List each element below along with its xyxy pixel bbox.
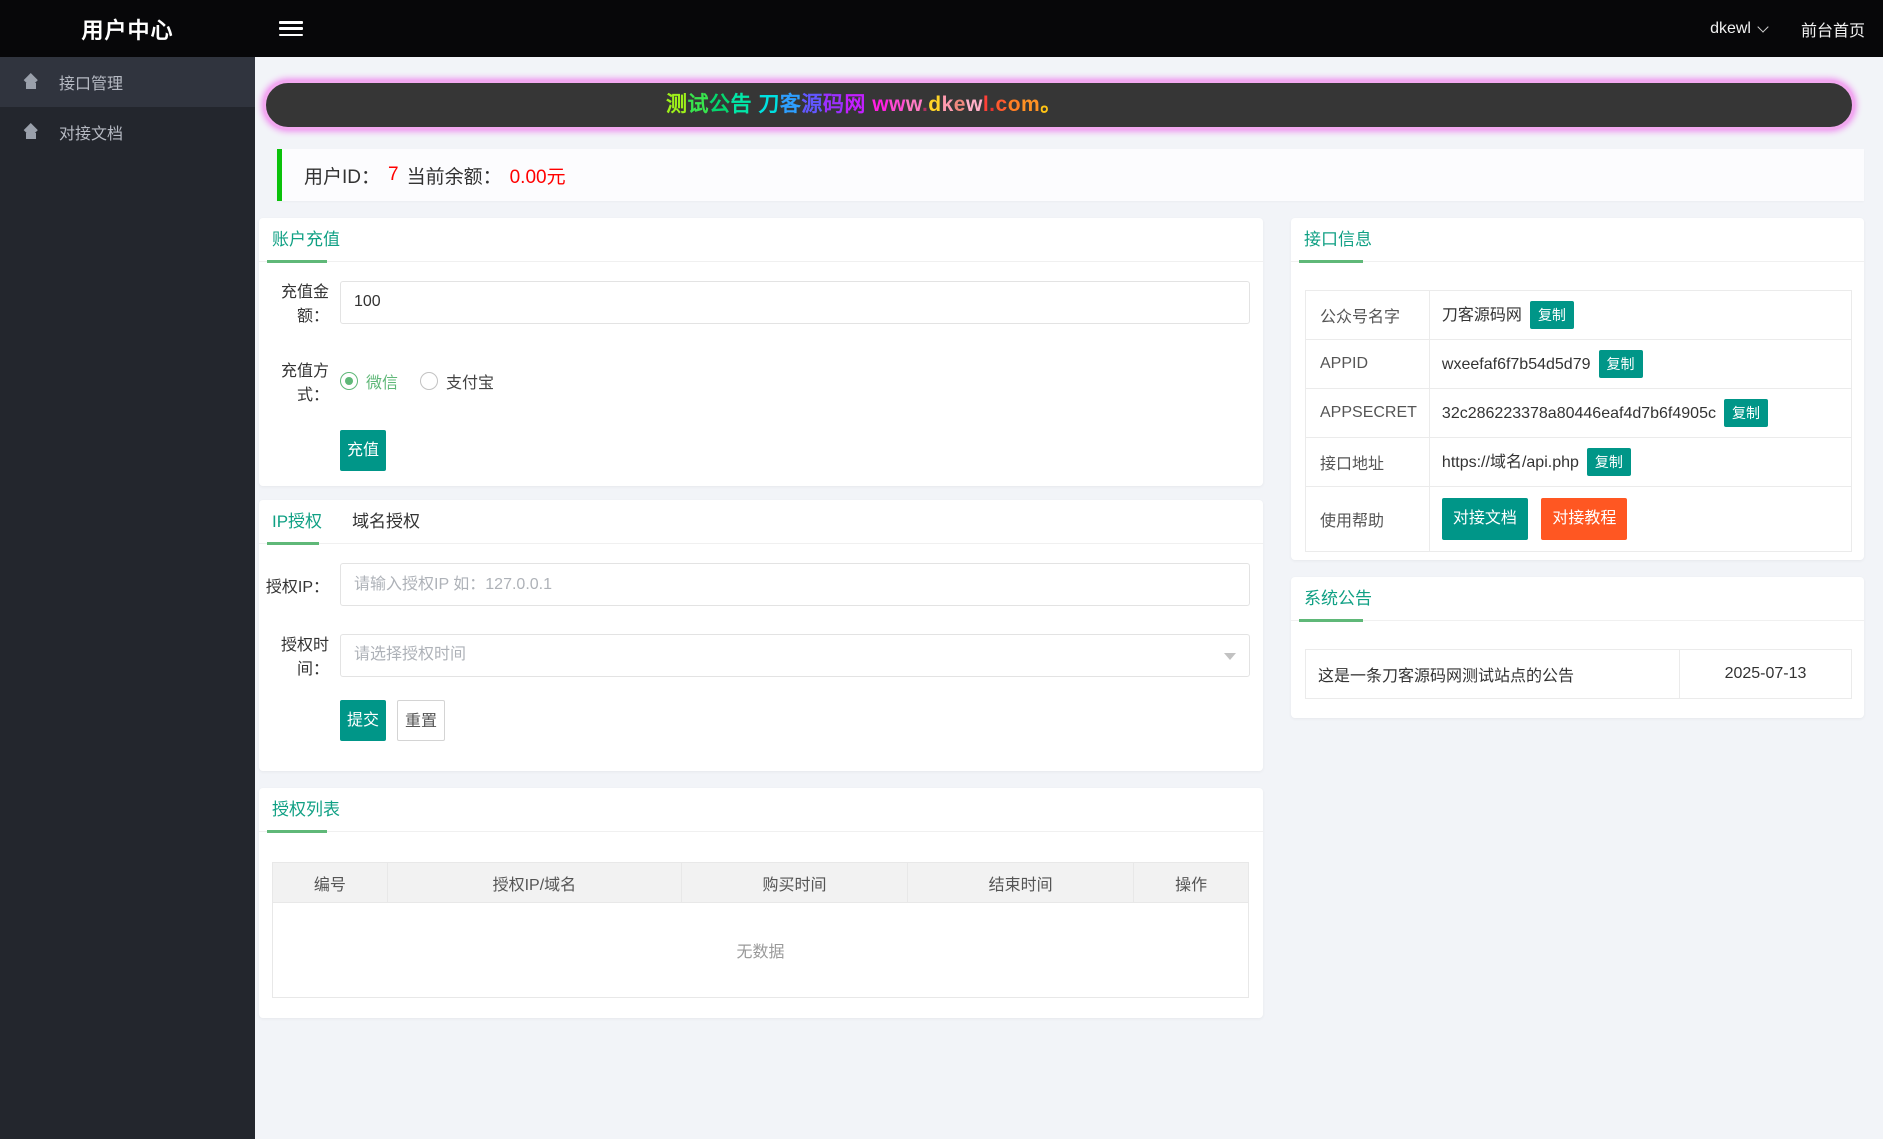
system-notice-card: 系统公告 这是一条刀客源码网测试站点的公告 2025-07-13 bbox=[1291, 577, 1864, 718]
empty-text: 无数据 bbox=[272, 902, 1249, 998]
radio-checked-icon bbox=[340, 372, 358, 390]
chevron-down-icon bbox=[1757, 20, 1769, 33]
notice-text: 这是一条刀客源码网测试站点的公告 bbox=[1305, 649, 1680, 699]
sidebar-item-api-manage[interactable]: 接口管理 bbox=[0, 57, 255, 107]
sidebar-item-label: 对接文档 bbox=[59, 126, 124, 143]
tab-domain-auth[interactable]: 域名授权 bbox=[352, 500, 420, 544]
table-row: APPID wxeefaf6f7b54d5d79 复制 bbox=[1305, 339, 1853, 389]
copy-button[interactable]: 复制 bbox=[1598, 350, 1643, 378]
notice-table: 这是一条刀客源码网测试站点的公告 2025-07-13 bbox=[1305, 649, 1852, 699]
submit-button[interactable]: 提交 bbox=[340, 700, 387, 741]
row-label: APPSECRET bbox=[1305, 388, 1430, 438]
balance-label: 当前余额： bbox=[406, 166, 502, 188]
active-underline bbox=[267, 260, 327, 263]
marquee-text: 测试公告 刀客源码网 www.dkewl.com。 bbox=[666, 93, 1062, 116]
row-label: 公众号名字 bbox=[1305, 290, 1430, 340]
auth-ip-label: 授权IP： bbox=[265, 578, 329, 596]
sidebar: 接口管理 对接文档 bbox=[0, 57, 255, 1139]
table-row: APPSECRET 32c286223378a80446eaf4d7b6f490… bbox=[1305, 388, 1853, 438]
auth-time-select[interactable] bbox=[340, 633, 1250, 677]
sidebar-item-label: 接口管理 bbox=[59, 76, 124, 93]
amount-input[interactable] bbox=[340, 280, 1250, 324]
recharge-card: 账户充值 充值金额： 充值方式： 微信 支付宝 充值 bbox=[259, 218, 1263, 486]
tutorial-button[interactable]: 对接教程 bbox=[1541, 498, 1628, 540]
copy-button[interactable]: 复制 bbox=[1723, 399, 1768, 427]
col-ip-domain: 授权IP/域名 bbox=[386, 862, 682, 903]
table-header-row: 编号 授权IP/域名 购买时间 结束时间 操作 bbox=[272, 862, 1249, 903]
auth-list-table: 编号 授权IP/域名 购买时间 结束时间 操作 无数据 bbox=[272, 862, 1249, 998]
table-row-help: 使用帮助 对接文档 对接教程 bbox=[1305, 486, 1853, 552]
hamburger-icon[interactable] bbox=[279, 21, 303, 36]
row-value: wxeefaf6f7b54d5d79 bbox=[1441, 356, 1591, 373]
row-label: 接口地址 bbox=[1305, 437, 1430, 487]
row-value: 刀客源码网 bbox=[1441, 307, 1522, 324]
announcement-marquee: 测试公告 刀客源码网 www.dkewl.com。 bbox=[263, 80, 1855, 130]
auth-list-card: 授权列表 编号 授权IP/域名 购买时间 结束时间 操作 无数据 bbox=[259, 788, 1263, 1018]
doc-button[interactable]: 对接文档 bbox=[1441, 498, 1528, 540]
radio-unchecked-icon bbox=[420, 372, 439, 390]
recharge-button[interactable]: 充值 bbox=[340, 430, 387, 471]
user-dropdown[interactable]: dkewl bbox=[1710, 19, 1769, 38]
api-info-card: 接口信息 公众号名字 刀客源码网 复制 APPID wxeefaf6f7b54d5… bbox=[1291, 218, 1864, 560]
active-underline bbox=[267, 830, 327, 833]
api-info-title: 接口信息 bbox=[1291, 218, 1864, 263]
radio-alipay[interactable]: 支付宝 bbox=[420, 369, 494, 393]
col-buy-time: 购买时间 bbox=[680, 862, 909, 903]
copy-button[interactable]: 复制 bbox=[1529, 301, 1574, 329]
table-row: 接口地址 https://域名/api.php 复制 bbox=[1305, 437, 1853, 487]
username: dkewl bbox=[1710, 19, 1751, 37]
recharge-card-title: 账户充值 bbox=[259, 218, 1263, 263]
table-row: 公众号名字 刀客源码网 复制 bbox=[1305, 290, 1853, 340]
account-info-bar: 用户ID： 7 当前余额： 0.00元 bbox=[277, 149, 1864, 201]
notice-row: 这是一条刀客源码网测试站点的公告 2025-07-13 bbox=[1305, 649, 1852, 699]
api-info-table: 公众号名字 刀客源码网 复制 APPID wxeefaf6f7b54d5d79 复制… bbox=[1305, 290, 1853, 552]
active-underline bbox=[1299, 260, 1363, 263]
empty-row: 无数据 bbox=[272, 902, 1249, 998]
auth-list-title: 授权列表 bbox=[259, 788, 1263, 833]
active-tab-underline bbox=[267, 542, 319, 545]
row-label: APPID bbox=[1305, 339, 1430, 389]
main-content: 测试公告 刀客源码网 www.dkewl.com。 用户ID： 7 当前余额： … bbox=[255, 57, 1883, 1139]
userid-label: 用户ID： bbox=[304, 166, 381, 188]
sidebar-item-docs[interactable]: 对接文档 bbox=[0, 107, 255, 157]
col-end-time: 结束时间 bbox=[907, 862, 1135, 903]
row-value: 32c286223378a80446eaf4d7b6f4905c bbox=[1441, 405, 1716, 422]
radio-wechat-label: 微信 bbox=[366, 375, 399, 392]
reset-button[interactable]: 重置 bbox=[397, 700, 446, 741]
app-title: 用户中心 bbox=[81, 17, 174, 43]
authorize-card: IP授权 域名授权 授权IP： 授权时间： 提交 重置 bbox=[259, 500, 1263, 771]
system-notice-title: 系统公告 bbox=[1291, 577, 1864, 622]
active-underline bbox=[1299, 619, 1363, 622]
userid-value: 7 bbox=[388, 164, 399, 185]
home-icon bbox=[22, 75, 39, 89]
help-label: 使用帮助 bbox=[1305, 486, 1430, 552]
amount-label: 充值金额： bbox=[280, 284, 329, 325]
auth-ip-input[interactable] bbox=[340, 563, 1250, 606]
radio-alipay-label: 支付宝 bbox=[446, 375, 495, 392]
radio-wechat[interactable]: 微信 bbox=[340, 369, 398, 393]
balance-value: 0.00元 bbox=[509, 166, 566, 188]
auth-time-label: 授权时间： bbox=[280, 637, 329, 678]
top-header: 用户中心 dkewl 前台首页 bbox=[0, 0, 1883, 57]
copy-button[interactable]: 复制 bbox=[1586, 448, 1631, 476]
notice-date: 2025-07-13 bbox=[1679, 649, 1852, 699]
row-value: https://域名/api.php bbox=[1441, 454, 1579, 471]
home-icon bbox=[22, 125, 39, 139]
col-actions: 操作 bbox=[1133, 862, 1249, 903]
method-label: 充值方式： bbox=[280, 363, 329, 404]
front-home-link[interactable]: 前台首页 bbox=[1801, 17, 1865, 41]
col-id: 编号 bbox=[272, 862, 388, 903]
tab-ip-auth[interactable]: IP授权 bbox=[272, 500, 322, 544]
